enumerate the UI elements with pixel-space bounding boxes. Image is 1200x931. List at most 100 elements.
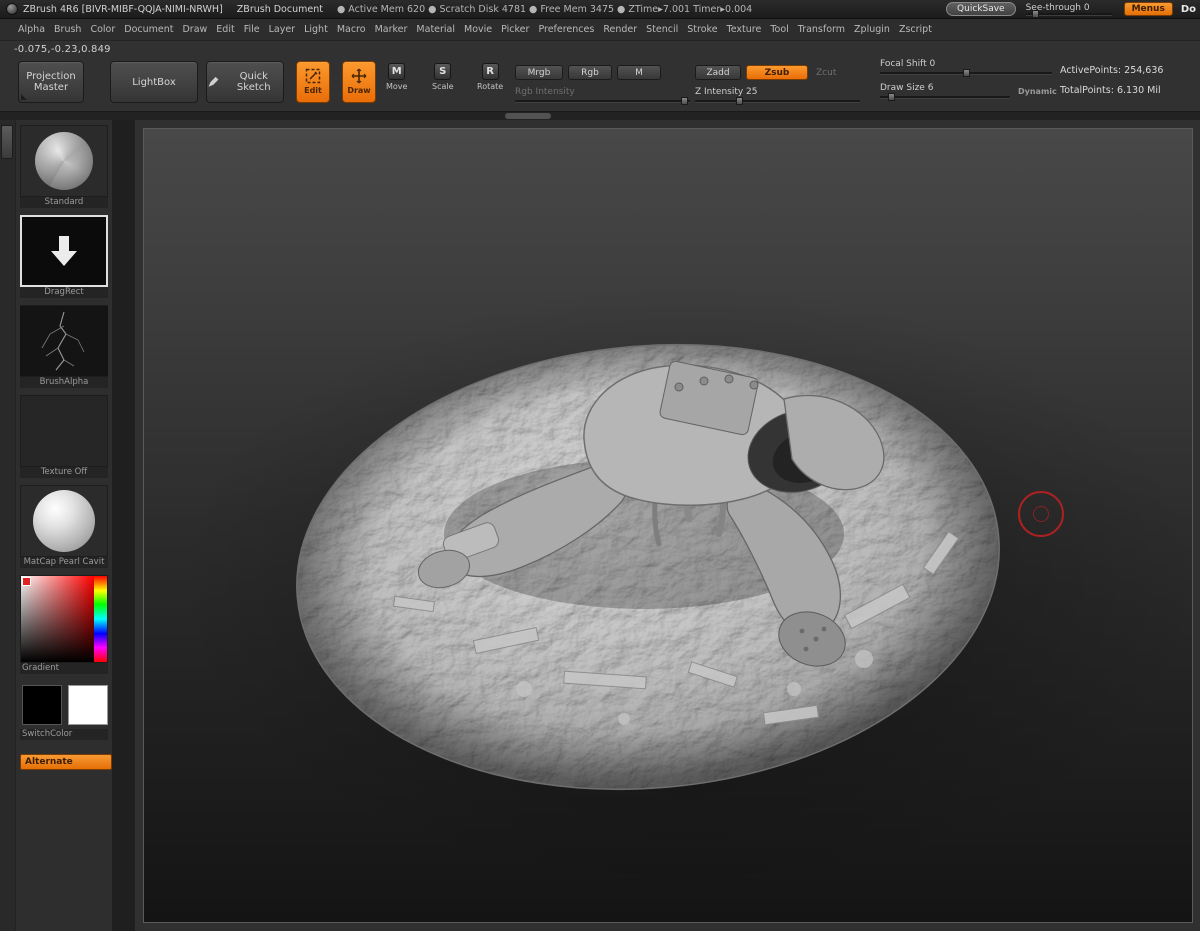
menu-item-macro[interactable]: Macro <box>337 24 366 35</box>
color-picker[interactable] <box>20 575 108 663</box>
see-through-slider[interactable]: See-through 0 <box>1025 3 1112 18</box>
horizontal-scrollbar[interactable] <box>0 111 1200 120</box>
memory-stats: ● Active Mem 620 ● Scratch Disk 4781 ● F… <box>336 3 753 15</box>
switch-color-label: SwitchColor <box>20 729 108 740</box>
active-points-readout: ActivePoints: 254,636 <box>1060 65 1164 76</box>
menu-item-transform[interactable]: Transform <box>798 24 845 35</box>
stroke-label: DragRect <box>20 287 108 298</box>
zadd-button[interactable]: Zadd <box>695 65 741 80</box>
tray-handle[interactable] <box>1 125 13 159</box>
menu-item-stroke[interactable]: Stroke <box>687 24 717 35</box>
quicksave-button[interactable]: QuickSave <box>946 2 1016 16</box>
menu-item-picker[interactable]: Picker <box>501 24 529 35</box>
menu-item-document[interactable]: Document <box>124 24 173 35</box>
menus-button[interactable]: Menus <box>1123 2 1173 16</box>
quick-sketch-label: Quick Sketch <box>236 71 271 93</box>
pencil-icon <box>208 76 219 87</box>
app-title: ZBrush 4R6 [BIVR-MIBF-QQJA-NIMI-NRWH] <box>23 3 223 15</box>
scale-button[interactable]: S Scale <box>432 63 454 91</box>
rgb-button[interactable]: Rgb <box>568 65 612 80</box>
menu-item-texture[interactable]: Texture <box>727 24 762 35</box>
focal-shift-handle[interactable] <box>962 69 970 77</box>
material-selector[interactable]: MatCap Pearl Cavit <box>20 485 112 568</box>
hue-strip[interactable] <box>94 576 107 662</box>
menu-item-draw[interactable]: Draw <box>182 24 207 35</box>
clipped-edge-label: Do <box>1180 3 1196 15</box>
alternate-button[interactable]: Alternate <box>20 754 112 770</box>
menu-item-zscript[interactable]: Zscript <box>899 24 932 35</box>
zcut-button[interactable]: Zcut <box>816 68 836 78</box>
scale-icon: S <box>434 63 452 80</box>
rgb-intensity-handle[interactable] <box>681 97 689 105</box>
switch-color-control[interactable] <box>20 681 112 725</box>
coords-row: -0.075,-0.23,0.849 <box>0 41 1200 57</box>
mrgb-button[interactable]: Mrgb <box>515 65 563 80</box>
menu-item-movie[interactable]: Movie <box>464 24 492 35</box>
brush-thumbnail[interactable] <box>20 125 108 197</box>
edit-marquee-icon <box>305 68 321 84</box>
menu-item-color[interactable]: Color <box>90 24 115 35</box>
edit-label: Edit <box>304 86 322 95</box>
header: Alpha Brush Color Document Draw Edit Fil… <box>0 19 1200 120</box>
saturation-value-square[interactable] <box>21 576 94 662</box>
menu-item-stencil[interactable]: Stencil <box>646 24 678 35</box>
zsub-button[interactable]: Zsub <box>746 65 808 80</box>
see-through-track[interactable] <box>1025 9 1112 18</box>
alpha-selector[interactable]: BrushAlpha <box>20 305 112 388</box>
z-intensity-slider[interactable]: Z Intensity 25 <box>695 87 860 105</box>
move-icon: M <box>388 63 406 80</box>
rotate-icon: R <box>481 63 499 80</box>
menu-item-alpha[interactable]: Alpha <box>18 24 45 35</box>
stroke-thumbnail[interactable] <box>20 215 108 287</box>
z-intensity-track[interactable] <box>695 97 860 105</box>
menu-item-file[interactable]: File <box>244 24 260 35</box>
left-tray-edge <box>0 120 16 931</box>
quick-sketch-button[interactable]: Quick Sketch <box>206 61 284 103</box>
draw-size-slider[interactable]: Draw Size 6 <box>880 83 1010 101</box>
menu-item-layer[interactable]: Layer <box>269 24 296 35</box>
secondary-color-swatch[interactable] <box>68 685 108 725</box>
menu-item-light[interactable]: Light <box>304 24 328 35</box>
alpha-thumbnail[interactable] <box>20 305 108 377</box>
alpha-label: BrushAlpha <box>20 377 108 388</box>
scrollbar-thumb[interactable] <box>505 113 551 119</box>
crack-alpha-icon <box>20 306 108 376</box>
document-canvas[interactable] <box>143 128 1193 923</box>
draw-button[interactable]: Draw <box>342 61 376 103</box>
total-points-readout: TotalPoints: 6.130 Mil <box>1060 85 1161 96</box>
dynamic-toggle[interactable]: Dynamic <box>1018 87 1057 96</box>
stroke-selector[interactable]: DragRect <box>20 215 112 298</box>
brush-selector[interactable]: Standard <box>20 125 112 208</box>
draw-size-handle[interactable] <box>887 93 895 101</box>
material-thumbnail[interactable] <box>20 485 108 557</box>
menu-item-render[interactable]: Render <box>603 24 637 35</box>
menu-item-material[interactable]: Material <box>416 24 455 35</box>
edit-button[interactable]: Edit <box>296 61 330 103</box>
menu-item-marker[interactable]: Marker <box>375 24 408 35</box>
rotate-button[interactable]: R Rotate <box>477 63 503 91</box>
texture-label: Texture Off <box>20 467 108 478</box>
rgb-intensity-slider[interactable]: Rgb Intensity <box>515 87 690 105</box>
document-title: ZBrush Document <box>236 3 323 15</box>
m-button[interactable]: M <box>617 65 661 80</box>
projection-master-button[interactable]: Projection Master <box>18 61 84 103</box>
z-intensity-handle[interactable] <box>736 97 744 105</box>
move-button[interactable]: M Move <box>386 63 407 91</box>
texture-selector[interactable]: Texture Off <box>20 395 112 478</box>
see-through-handle[interactable] <box>1032 9 1040 18</box>
main-color-swatch[interactable] <box>22 685 62 725</box>
texture-thumbnail[interactable] <box>20 395 108 467</box>
canvas-gutter <box>112 120 135 931</box>
menu-item-zplugin[interactable]: Zplugin <box>854 24 890 35</box>
menu-item-preferences[interactable]: Preferences <box>538 24 594 35</box>
focal-shift-track[interactable] <box>880 69 1052 77</box>
lightbox-button[interactable]: LightBox <box>110 61 198 103</box>
menu-item-brush[interactable]: Brush <box>54 24 81 35</box>
rgb-intensity-track[interactable] <box>515 97 690 105</box>
menu-item-edit[interactable]: Edit <box>216 24 234 35</box>
dragrect-arrowhead-icon <box>51 251 77 266</box>
focal-shift-slider[interactable]: Focal Shift 0 <box>880 59 1052 77</box>
menu-item-tool[interactable]: Tool <box>770 24 788 35</box>
crosshair-icon <box>351 68 367 84</box>
draw-size-track[interactable] <box>880 93 1010 101</box>
